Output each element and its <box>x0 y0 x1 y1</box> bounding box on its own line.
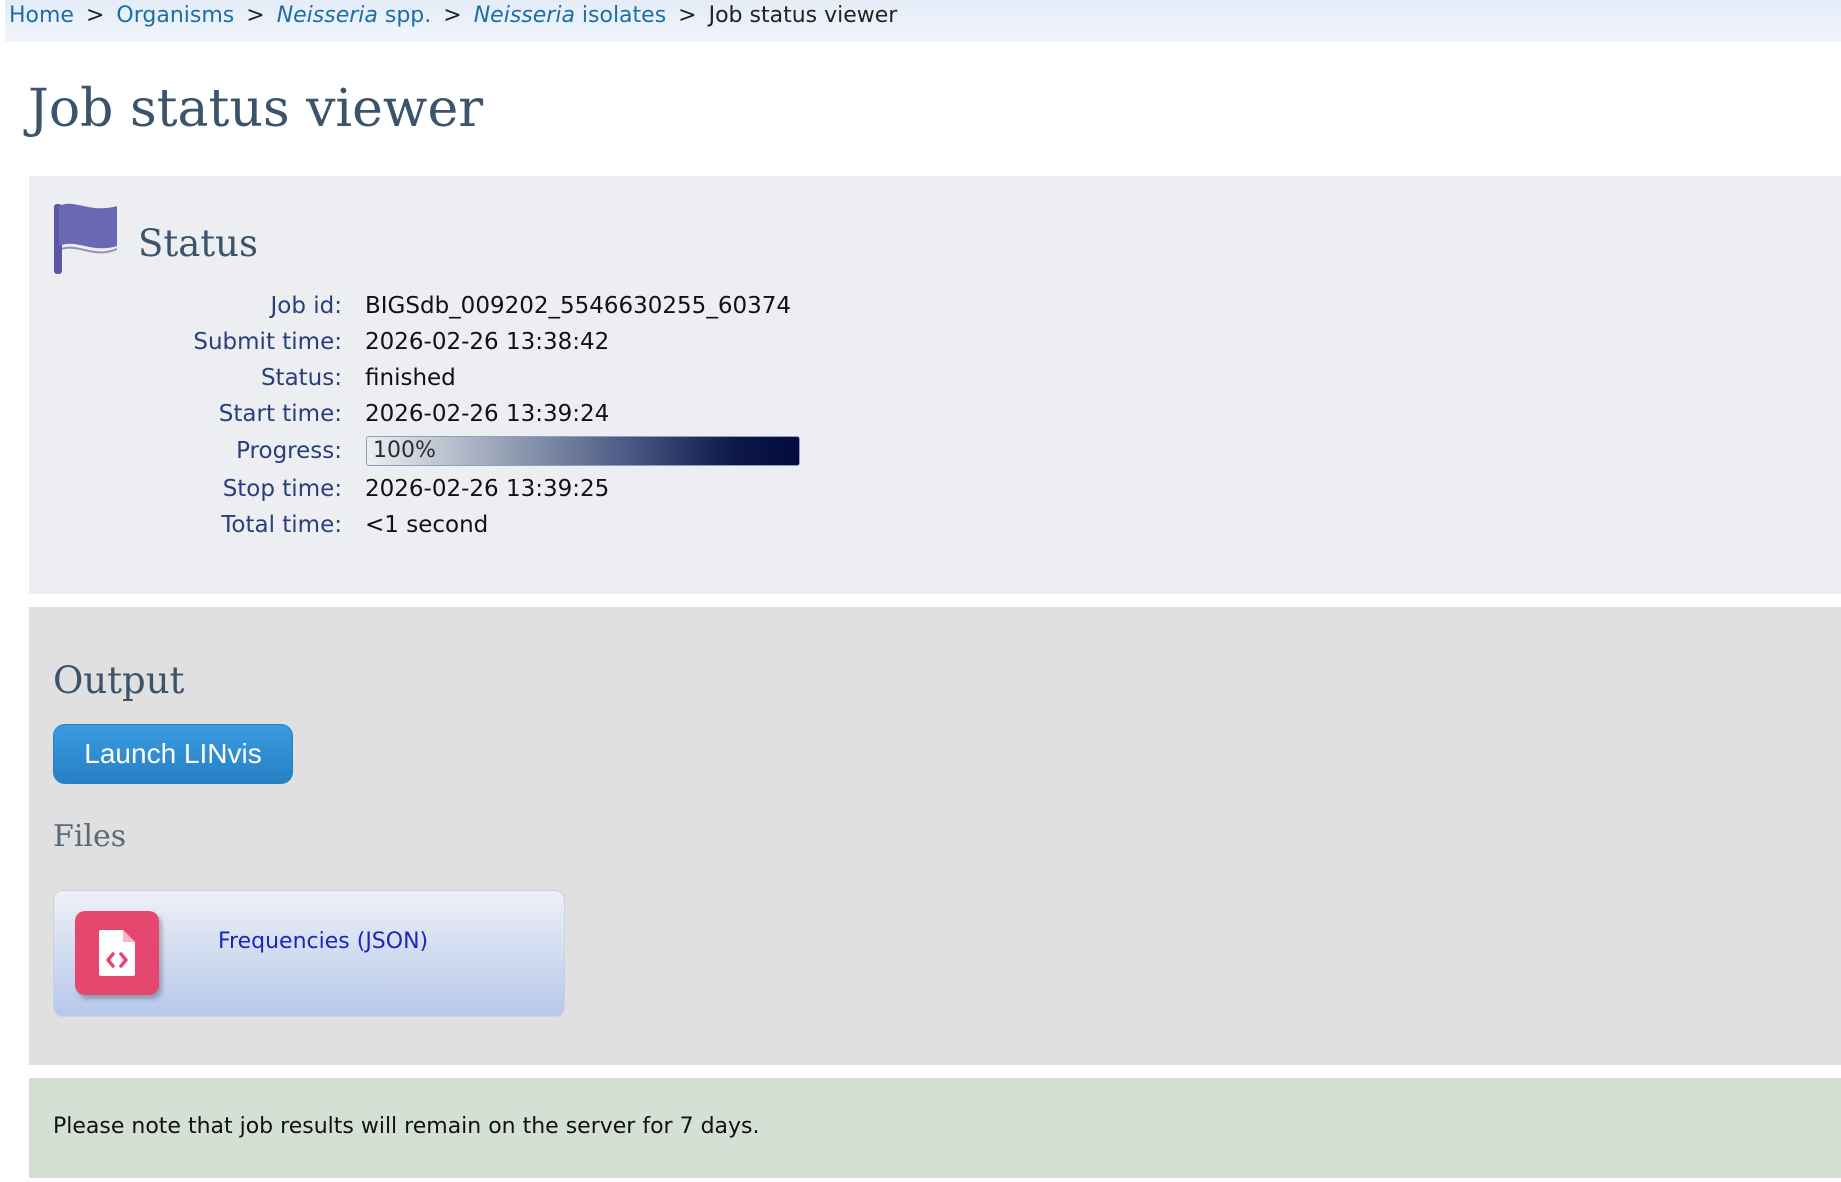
retention-note-panel: Please note that job results will remain… <box>29 1078 1841 1178</box>
status-value: finished <box>365 365 456 391</box>
breadcrumb-species-link[interactable]: Neisseria spp. <box>277 3 432 28</box>
breadcrumb-separator: > <box>678 3 697 28</box>
output-heading: Output <box>53 659 185 702</box>
flag-icon <box>54 203 117 274</box>
page-title: Job status viewer <box>28 79 484 139</box>
progress-value: 100% <box>373 438 436 463</box>
start-time-value: 2026-02-26 13:39:24 <box>365 401 610 427</box>
breadcrumb-separator: > <box>443 3 462 28</box>
start-time-label: Start time: <box>218 401 342 427</box>
output-panel: Output Launch LINvis Files Frequencies (… <box>29 607 1841 1065</box>
breadcrumb-isolates-genus: Neisseria <box>473 3 575 28</box>
breadcrumb-species-suffix: spp. <box>377 3 432 28</box>
total-time-value: <1 second <box>365 512 489 538</box>
status-panel: Status Job id: BIGSdb_009202_5546630255_… <box>29 176 1841 594</box>
job-id-label: Job id: <box>270 293 342 319</box>
status-heading: Status <box>138 222 258 265</box>
submit-time-value: 2026-02-26 13:38:42 <box>365 329 610 355</box>
breadcrumb-organisms-link[interactable]: Organisms <box>116 3 234 28</box>
breadcrumb-current: Job status viewer <box>708 3 898 28</box>
progress-bar: 100% <box>366 436 800 466</box>
json-file-icon[interactable] <box>75 911 159 995</box>
status-label: Status: <box>260 365 342 391</box>
file-card[interactable]: Frequencies (JSON) <box>53 890 565 1017</box>
stop-time-value: 2026-02-26 13:39:25 <box>365 476 610 502</box>
progress-label: Progress: <box>236 438 342 464</box>
breadcrumb: Home > Organisms > Neisseria spp. > Neisseria … <box>5 0 1841 42</box>
total-time-label: Total time: <box>221 512 342 538</box>
breadcrumb-home-link[interactable]: Home <box>9 3 74 28</box>
retention-note: Please note that job results will remain… <box>53 1114 760 1139</box>
launch-linvis-button[interactable]: Launch LINvis <box>53 724 293 784</box>
breadcrumb-separator: > <box>246 3 265 28</box>
frequencies-json-link[interactable]: Frequencies (JSON) <box>218 929 428 954</box>
stop-time-label: Stop time: <box>222 476 342 502</box>
job-id-value: BIGSdb_009202_5546630255_60374 <box>365 293 791 319</box>
breadcrumb-species-genus: Neisseria <box>276 3 378 28</box>
breadcrumb-isolates-suffix: isolates <box>574 3 667 28</box>
breadcrumb-separator: > <box>85 3 105 28</box>
submit-time-label: Submit time: <box>193 329 342 355</box>
breadcrumb-isolates-link[interactable]: Neisseria isolates <box>474 3 666 28</box>
files-heading: Files <box>53 819 127 854</box>
